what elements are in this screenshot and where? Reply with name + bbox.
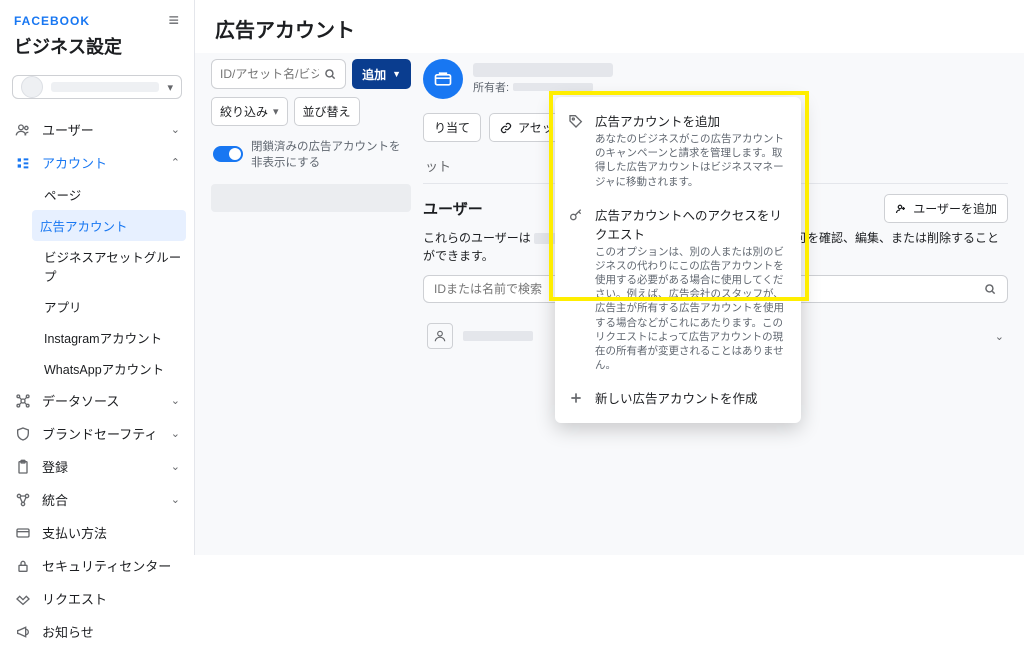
sidebar-item-accounts[interactable]: アカウント ⌃ [0, 146, 194, 179]
asset-search-input[interactable] [220, 67, 319, 81]
account-name-placeholder [51, 82, 159, 92]
filter-button-label: 絞り込み [220, 103, 268, 120]
popover-item-desc: このオプションは、別の人または別のビジネスの代わりにこの広告アカウントを使用する… [595, 245, 789, 373]
asset-name-placeholder [473, 63, 613, 77]
sidebar-item-users[interactable]: ユーザー ⌄ [0, 113, 194, 146]
asset-avatar [423, 59, 463, 99]
hide-closed-toggle[interactable] [213, 146, 243, 162]
sidebar-item-registration[interactable]: 登録 ⌄ [0, 450, 194, 483]
sidebar-item-payment[interactable]: 支払い方法 [0, 516, 194, 549]
chevron-down-icon: ⌄ [171, 123, 180, 136]
sidebar-item-label: ユーザー [42, 120, 94, 139]
popover-item-request-access[interactable]: 広告アカウントへのアクセスをリクエスト このオプションは、別の人または別のビジネ… [555, 197, 801, 381]
chevron-down-icon: ⌄ [171, 427, 180, 440]
add-button-label: 追加 [362, 66, 386, 83]
owner-name-placeholder [513, 83, 593, 91]
key-icon [567, 207, 585, 373]
chevron-down-icon: ⌄ [171, 493, 180, 506]
subnav-apps[interactable]: アプリ [40, 291, 194, 322]
integration-icon [14, 491, 32, 509]
add-dropdown-popover-wrap: 広告アカウントを追加 あなたのビジネスがこの広告アカウントのキャンペーンと請求を… [555, 97, 801, 423]
sidebar-item-integration[interactable]: 統合 ⌄ [0, 483, 194, 516]
sidebar-item-label: 登録 [42, 457, 68, 476]
hamburger-icon[interactable]: ≡ [168, 10, 180, 31]
sort-button[interactable]: 並び替え [294, 97, 360, 126]
asset-search-box[interactable] [211, 59, 346, 89]
brand-logo-text: FACEBOOK [14, 14, 90, 28]
user-plus-icon [895, 203, 907, 215]
sidebar-item-label: データソース [42, 391, 119, 410]
sidebar-item-notices[interactable]: お知らせ [0, 615, 194, 648]
popover-item-desc: あなたのビジネスがこの広告アカウントのキャンペーンと請求を管理します。取得した広… [595, 132, 789, 189]
search-icon [983, 282, 997, 296]
credit-card-icon [14, 524, 32, 542]
sidebar: FACEBOOK ≡ ビジネス設定 ▾ ユーザー ⌄ [0, 0, 195, 555]
sidebar-item-label: ブランドセーフティ [42, 424, 157, 443]
asset-list-column: 追加 ▼ 絞り込み ▾ 並び替え 閉鎖済みの広告アカウントを非表示にする [211, 59, 411, 549]
subnav-whatsapp[interactable]: WhatsAppアカウント [40, 353, 194, 384]
subnav-ad-accounts[interactable]: 広告アカウント [32, 210, 186, 241]
sidebar-item-label: リクエスト [42, 589, 107, 608]
hide-closed-toggle-row: 閉鎖済みの広告アカウントを非表示にする [211, 134, 411, 180]
triangle-down-icon: ▼ [392, 69, 401, 79]
owner-label: 所有者: [473, 79, 509, 95]
main-area: 広告アカウント 追加 ▼ [195, 0, 1024, 555]
user-avatar-icon [427, 323, 453, 349]
plus-icon [567, 390, 585, 409]
users-icon [14, 121, 32, 139]
toggle-label: 閉鎖済みの広告アカウントを非表示にする [251, 138, 409, 170]
sidebar-item-security[interactable]: セキュリティセンター [0, 549, 194, 582]
chevron-down-icon: ▾ [167, 81, 173, 94]
megaphone-icon [14, 623, 32, 641]
chevron-down-icon: ⌄ [171, 460, 180, 473]
chevron-down-icon: ⌄ [995, 330, 1004, 343]
add-user-button[interactable]: ユーザーを追加 [884, 194, 1008, 223]
lock-icon [14, 557, 32, 575]
assign-partner-button[interactable]: り当て [423, 113, 481, 142]
sort-button-label: 並び替え [303, 103, 351, 120]
add-button[interactable]: 追加 ▼ [352, 59, 411, 89]
user-name-placeholder [463, 331, 533, 341]
accounts-icon [14, 154, 32, 172]
link-icon [500, 122, 512, 134]
sidebar-item-label: お知らせ [42, 622, 94, 641]
chevron-down-icon: ⌄ [171, 394, 180, 407]
subnav-asset-groups[interactable]: ビジネスアセットグループ [40, 241, 194, 291]
sidebar-item-label: セキュリティセンター [42, 556, 171, 575]
sidebar-item-label: 統合 [42, 490, 68, 509]
button-label: ユーザーを追加 [913, 200, 997, 217]
section-title: ユーザー [423, 198, 483, 219]
sidebar-item-label: アカウント [42, 153, 107, 172]
clipboard-icon [14, 458, 32, 476]
tag-icon [567, 113, 585, 189]
sidebar-item-brand-safety[interactable]: ブランドセーフティ ⌄ [0, 417, 194, 450]
popover-item-title: 広告アカウントを追加 [595, 111, 789, 130]
add-dropdown-popover: 広告アカウントを追加 あなたのビジネスがこの広告アカウントのキャンペーンと請求を… [555, 97, 801, 423]
accounts-subnav: ページ 広告アカウント ビジネスアセットグループ アプリ Instagramアカ… [0, 179, 194, 384]
sidebar-title: ビジネス設定 [14, 33, 180, 59]
sidebar-item-requests[interactable]: リクエスト [0, 582, 194, 615]
account-avatar [21, 76, 43, 98]
handshake-icon [14, 590, 32, 608]
chevron-up-icon: ⌃ [171, 156, 180, 169]
sidebar-item-data-sources[interactable]: データソース ⌄ [0, 384, 194, 417]
sidebar-item-label: 支払い方法 [42, 523, 107, 542]
chevron-down-icon: ▾ [273, 105, 279, 118]
shield-icon [14, 425, 32, 443]
filter-button[interactable]: 絞り込み ▾ [211, 97, 288, 126]
tab-assets[interactable]: ット [423, 150, 453, 183]
popover-item-title: 広告アカウントへのアクセスをリクエスト [595, 205, 789, 243]
button-label: り当て [434, 119, 470, 136]
subnav-pages[interactable]: ページ [40, 179, 194, 210]
search-icon [323, 67, 337, 81]
asset-list-item[interactable] [211, 184, 411, 212]
subnav-instagram[interactable]: Instagramアカウント [40, 322, 194, 353]
popover-item-add-ad-account[interactable]: 広告アカウントを追加 あなたのビジネスがこの広告アカウントのキャンペーンと請求を… [555, 103, 801, 197]
business-account-selector[interactable]: ▾ [12, 75, 182, 99]
popover-item-title: 新しい広告アカウントを作成 [595, 388, 758, 407]
page-title: 広告アカウント [195, 0, 1024, 53]
popover-item-create-new[interactable]: 新しい広告アカウントを作成 [555, 380, 801, 417]
data-sources-icon [14, 392, 32, 410]
